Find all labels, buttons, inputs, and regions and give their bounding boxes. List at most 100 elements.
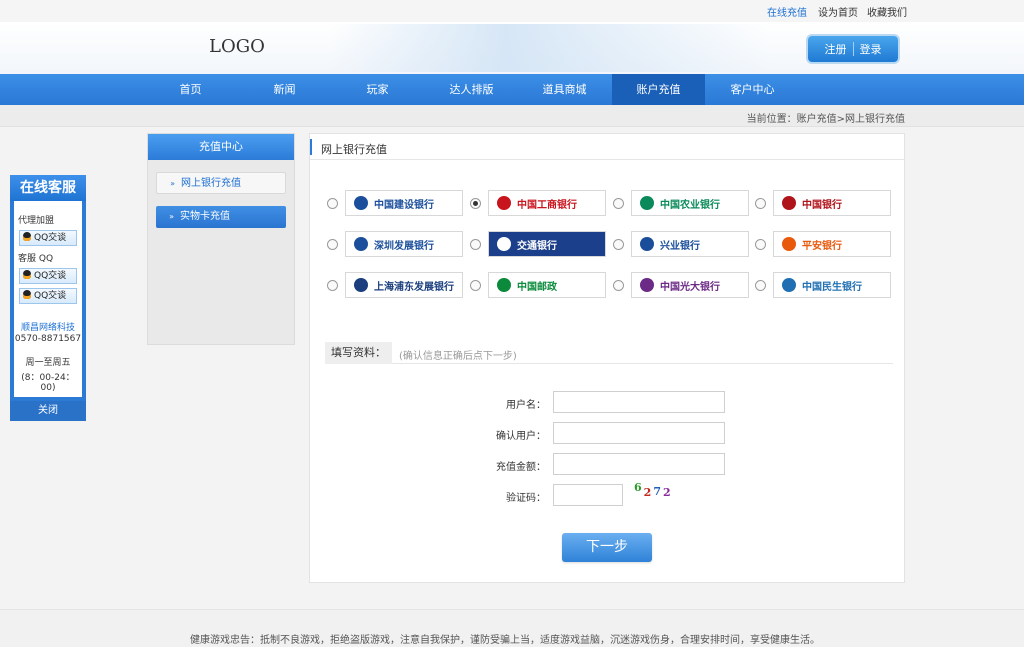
form-row-amount: 充值金额： xyxy=(310,453,906,477)
set-homepage-link[interactable]: 设为首页 xyxy=(818,4,858,19)
bank-emblem-icon xyxy=(782,278,796,292)
site-footer: 健康游戏忠告：抵制不良游戏，拒绝盗版游戏，注意自我保护，谨防受骗上当，适度游戏益… xyxy=(0,609,1024,647)
bank-logo[interactable]: 深圳发展银行 xyxy=(345,231,463,257)
bank-name: 中国邮政 xyxy=(517,281,557,293)
bank-name: 兴业银行 xyxy=(660,240,700,252)
bank-name: 上海浦东发展银行 xyxy=(374,281,454,293)
confirm-user-input[interactable] xyxy=(553,422,725,444)
bookmark-link[interactable]: 收藏我们 xyxy=(867,4,907,19)
chevron-right-icon: » xyxy=(169,212,174,221)
bank-radio[interactable] xyxy=(755,280,766,291)
panel-header: 网上银行充值 xyxy=(310,134,904,160)
captcha-input[interactable] xyxy=(553,484,623,506)
recharge-sidebar: 充值中心 » 网上银行充值 » 实物卡充值 xyxy=(147,133,295,345)
header-banner-decoration xyxy=(330,24,770,72)
bank-emblem-icon xyxy=(497,278,511,292)
bank-logo[interactable]: 中国邮政 xyxy=(488,272,606,298)
nav-item-players[interactable]: 玩家 xyxy=(331,74,424,105)
online-recharge-link[interactable]: 在线充值 xyxy=(767,4,807,19)
sidebar-item-card[interactable]: » 实物卡充值 xyxy=(156,206,286,228)
bank-name: 中国民生银行 xyxy=(802,281,862,293)
panel-header-accent xyxy=(310,139,312,155)
bank-logo[interactable]: 上海浦东发展银行 xyxy=(345,272,463,298)
captcha-char: 2 xyxy=(643,486,654,499)
bank-radio[interactable] xyxy=(327,239,338,250)
service-phone: 0570-8871567 xyxy=(14,334,82,344)
confirm-user-label: 确认用户： xyxy=(496,431,546,442)
captcha-char: 6 xyxy=(634,481,644,494)
close-service-button[interactable]: 关闭 xyxy=(10,401,86,421)
bank-name: 中国光大银行 xyxy=(660,281,720,293)
bank-radio[interactable] xyxy=(755,239,766,250)
nav-item-customer-center[interactable]: 客户中心 xyxy=(706,74,799,105)
bank-logo[interactable]: 中国光大银行 xyxy=(631,272,749,298)
sidebar-item-label: 实物卡充值 xyxy=(180,211,230,222)
qq-chat-button-service-1[interactable]: QQ交谈 xyxy=(19,268,77,284)
agent-label: 代理加盟 xyxy=(18,216,55,226)
bank-radio[interactable] xyxy=(613,280,624,291)
bank-radio[interactable] xyxy=(327,280,338,291)
sidebar-item-online-bank[interactable]: » 网上银行充值 xyxy=(156,172,286,194)
bank-logo[interactable]: 平安银行 xyxy=(773,231,891,257)
bank-emblem-icon xyxy=(354,237,368,251)
nav-item-home[interactable]: 首页 xyxy=(144,74,237,105)
username-input[interactable] xyxy=(553,391,725,413)
online-service-widget: 在线客服 代理加盟 QQ交谈 客服 QQ QQ交谈 QQ交谈 顺昌网络科技 05… xyxy=(10,175,86,421)
company-name[interactable]: 顺昌网络科技 xyxy=(14,320,82,333)
bank-radio[interactable] xyxy=(613,198,624,209)
bank-logo[interactable]: 交通银行 xyxy=(488,231,606,257)
bank-logo[interactable]: 中国农业银行 xyxy=(631,190,749,216)
form-section-header: 填写资料： (确认信息正确后点下一步) xyxy=(325,342,893,364)
bank-emblem-icon xyxy=(782,196,796,210)
bank-emblem-icon xyxy=(782,237,796,251)
service-title: 在线客服 xyxy=(10,175,86,201)
chevron-right-icon: » xyxy=(170,179,175,188)
nav-item-rankings[interactable]: 达人排版 xyxy=(425,74,518,105)
qq-chat-button-agent[interactable]: QQ交谈 xyxy=(19,230,77,246)
form-row-username: 用户名： xyxy=(310,391,906,415)
bank-name: 平安银行 xyxy=(802,240,842,252)
panel-title: 网上银行充值 xyxy=(321,143,387,156)
bank-name: 中国银行 xyxy=(802,199,842,211)
nav-item-news[interactable]: 新闻 xyxy=(238,74,331,105)
form-section-label: 填写资料： xyxy=(325,342,392,364)
nav-item-recharge[interactable]: 账户充值 xyxy=(612,74,705,105)
service-qq-label: 客服 QQ xyxy=(18,254,54,264)
bank-radio[interactable] xyxy=(613,239,624,250)
captcha-char: 2 xyxy=(662,486,673,499)
bank-radio[interactable] xyxy=(470,280,481,291)
bank-emblem-icon xyxy=(640,278,654,292)
service-body: 代理加盟 QQ交谈 客服 QQ QQ交谈 QQ交谈 顺昌网络科技 0570-88… xyxy=(10,201,86,401)
bank-logo[interactable]: 中国民生银行 xyxy=(773,272,891,298)
captcha-image[interactable]: 6272 xyxy=(634,481,680,506)
bank-logo[interactable]: 中国工商银行 xyxy=(488,190,606,216)
breadcrumb-bar: 当前位置：账户充值>网上银行充值 xyxy=(0,105,1024,127)
login-button[interactable]: 登录 xyxy=(854,41,888,57)
bank-emblem-icon xyxy=(354,278,368,292)
qq-chat-button-service-2[interactable]: QQ交谈 xyxy=(19,288,77,304)
amount-input[interactable] xyxy=(553,453,725,475)
site-header: LOGO 注册 登录 xyxy=(0,22,1024,74)
bank-logo[interactable]: 兴业银行 xyxy=(631,231,749,257)
nav-item-shop[interactable]: 道具商城 xyxy=(518,74,611,105)
captcha-char: 7 xyxy=(653,485,663,498)
bank-radio[interactable] xyxy=(755,198,766,209)
bank-radio[interactable] xyxy=(470,198,481,209)
sidebar-title: 充值中心 xyxy=(148,134,294,160)
site-logo[interactable]: LOGO xyxy=(209,36,265,57)
bank-name: 交通银行 xyxy=(517,240,557,252)
bank-name: 中国工商银行 xyxy=(517,199,577,211)
register-button[interactable]: 注册 xyxy=(819,41,853,57)
service-hours: (8：00-24：00) xyxy=(21,373,75,393)
bank-logo[interactable]: 中国建设银行 xyxy=(345,190,463,216)
bank-radio[interactable] xyxy=(470,239,481,250)
bank-radio[interactable] xyxy=(327,198,338,209)
bank-logo[interactable]: 中国银行 xyxy=(773,190,891,216)
form-row-confirm: 确认用户： xyxy=(310,422,906,446)
next-step-button[interactable]: 下一步 xyxy=(562,533,652,562)
top-utility-bar: 在线充值 设为首页 收藏我们 xyxy=(0,0,1024,22)
service-days: 周一至周五 xyxy=(25,358,71,368)
form-hint: (确认信息正确后点下一步) xyxy=(399,351,517,362)
username-label: 用户名： xyxy=(506,400,546,411)
main-panel: 网上银行充值 中国建设银行 中国工商银行 中国农业银行 中国银行深圳发展银行 交通银行 兴… xyxy=(309,133,905,583)
